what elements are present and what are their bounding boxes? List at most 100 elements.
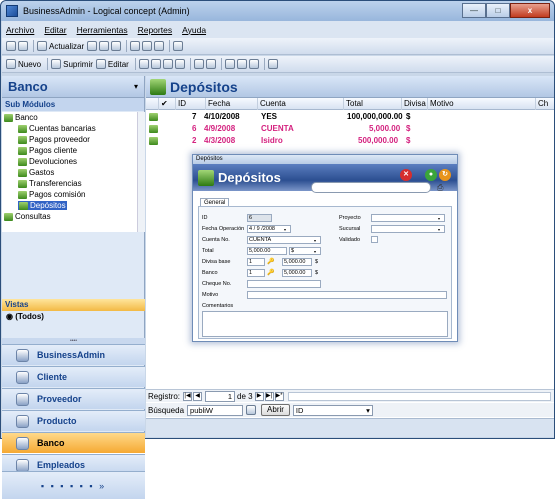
chart-icon[interactable] [205, 59, 216, 69]
refresh-icon[interactable]: ↻ [439, 169, 451, 181]
check-icon[interactable] [248, 59, 259, 69]
chevron-down-icon: ▾ [438, 216, 441, 221]
views-header: Vistas [2, 299, 145, 311]
horizontal-scrollbar[interactable] [287, 391, 551, 401]
last-record-button[interactable]: ▶| [264, 391, 274, 401]
sort-desc-icon[interactable] [150, 59, 161, 69]
comentarios-field[interactable] [202, 311, 448, 337]
proyecto-select[interactable]: ▾ [371, 214, 445, 222]
delete-button[interactable]: Suprimir [51, 59, 93, 69]
validado-checkbox[interactable] [371, 236, 378, 243]
sort-az-icon[interactable] [162, 59, 173, 69]
table-row[interactable]: 2 4/3/2008 Isidro 500,000.00 $ [146, 136, 554, 146]
nav-banco[interactable]: Banco [2, 432, 145, 453]
lookup-icon[interactable]: 🔑 [267, 269, 274, 276]
cell-id: 6 [192, 124, 197, 133]
tree-item-pagos-cliente[interactable]: Pagos cliente [18, 146, 77, 155]
tree-item-consultas[interactable]: Consultas [4, 212, 51, 221]
tree-item-pagos-comision[interactable]: Pagos comisión [18, 190, 85, 199]
table-row[interactable]: 7 4/10/2008 YES 100,000,000.00 $ [146, 112, 554, 122]
lookup-icon[interactable]: 🔑 [267, 258, 274, 265]
nav-businessadmin[interactable]: BusinessAdmin [2, 344, 145, 365]
tools-icon[interactable] [87, 41, 98, 51]
dialog-titlebar[interactable]: Depósitos [193, 155, 457, 164]
col-fecha[interactable]: Fecha [205, 98, 257, 110]
search-input[interactable]: publiW [187, 404, 244, 416]
dialog-search-input[interactable] [311, 182, 431, 193]
divisa-field[interactable]: 1 [247, 258, 265, 266]
record-number-input[interactable]: 1 [205, 390, 236, 402]
table-row[interactable]: 6 4/9/2008 CUENTA 5,000.00 $ [146, 124, 554, 134]
search-tool-icon[interactable] [246, 405, 257, 415]
maximize-button[interactable]: □ [486, 3, 510, 18]
next-record-button[interactable]: ▶ [254, 391, 264, 401]
minimize-button[interactable]: — [462, 3, 486, 18]
cuenta-field[interactable]: CUENTA ▾ [247, 236, 321, 244]
print-icon[interactable] [18, 41, 28, 51]
col-cuenta[interactable]: Cuenta [257, 98, 343, 110]
cheque-field[interactable] [247, 280, 321, 288]
chevron-down-icon[interactable]: ▾ [134, 82, 138, 91]
nav-producto[interactable]: Producto [2, 410, 145, 431]
tree-item-gastos[interactable]: Gastos [18, 168, 54, 177]
lock-icon[interactable] [154, 41, 165, 51]
menu-herramientas[interactable]: Herramientas [77, 25, 128, 35]
label-cheque: Cheque No. [202, 281, 232, 287]
filter-icon[interactable] [224, 59, 235, 69]
first-record-button[interactable]: |◀ [183, 391, 193, 401]
menu-archivo[interactable]: Archivo [6, 25, 34, 35]
total-currency-select[interactable]: $ ▾ [289, 247, 321, 255]
sucursal-select[interactable]: ▾ [371, 225, 445, 233]
search-field-select[interactable]: ID ▾ [292, 404, 373, 416]
deposit-icon [150, 78, 166, 95]
banco-field[interactable]: 1 [247, 269, 265, 277]
settings-icon[interactable] [142, 41, 153, 51]
print-preview-icon[interactable] [6, 41, 16, 51]
refresh-button[interactable]: Actualizar [37, 41, 84, 51]
nav-cliente[interactable]: Cliente [2, 366, 145, 387]
title-bar[interactable]: BusinessAdmin - Logical concept (Admin) … [1, 1, 554, 21]
prev-record-button[interactable]: ◀ [193, 391, 203, 401]
menu-editar[interactable]: Editar [44, 25, 66, 35]
edit-button[interactable]: Editar [95, 59, 129, 69]
funnel-icon[interactable] [236, 59, 247, 69]
tree-item-transferencias[interactable]: Transferencias [18, 179, 82, 188]
col-total[interactable]: Total [343, 98, 401, 110]
col-ch[interactable]: Ch [535, 98, 554, 110]
col-icon[interactable] [146, 98, 158, 110]
tree-item-depositos[interactable]: Depósitos [18, 201, 67, 210]
col-id[interactable]: ID [175, 98, 205, 110]
tree-item-pagos-proveedor[interactable]: Pagos proveedor [18, 135, 90, 144]
print-icon[interactable]: ⎙ [437, 183, 443, 193]
save-icon[interactable]: ● [425, 169, 437, 181]
nav-overflow-bar[interactable]: ▪ ▪ ▪ ▪ ▪ ▪ » [2, 471, 145, 499]
tree-scrollbar[interactable] [137, 112, 145, 232]
new-button[interactable]: Nuevo [6, 59, 41, 69]
nav-proveedor[interactable]: Proveedor [2, 388, 145, 409]
info-icon[interactable] [173, 41, 184, 51]
col-motivo[interactable]: Motivo [427, 98, 535, 110]
col-divisa[interactable]: Divisa [401, 98, 427, 110]
calculator-icon[interactable] [99, 41, 110, 51]
excel-icon[interactable] [267, 59, 278, 69]
group-icon[interactable] [174, 59, 185, 69]
menu-reportes[interactable]: Reportes [138, 25, 173, 35]
label-fecha: Fecha Operación [202, 226, 245, 232]
fecha-field[interactable]: 4 / 9 /2008 ▾ [247, 225, 291, 233]
total-field[interactable]: 5,000.00 [247, 247, 287, 255]
close-button[interactable]: x [510, 3, 550, 18]
motivo-field[interactable] [247, 291, 447, 299]
cancel-icon[interactable]: ✕ [400, 169, 412, 181]
menu-ayuda[interactable]: Ayuda [182, 25, 206, 35]
currency-icon[interactable] [111, 41, 122, 51]
notes-icon[interactable] [130, 41, 141, 51]
col-check[interactable]: ✔ [158, 98, 175, 110]
open-button[interactable]: Abrir [261, 404, 290, 416]
new-record-button[interactable]: ▶* [274, 391, 284, 401]
tree-item-banco[interactable]: Banco [4, 113, 38, 122]
view-todos-radio[interactable]: ◉ (Todos) [6, 312, 44, 321]
sort-asc-icon[interactable] [138, 59, 149, 69]
tree-item-devoluciones[interactable]: Devoluciones [18, 157, 77, 166]
tree-item-cuentas[interactable]: Cuentas bancarias [18, 124, 96, 133]
view-icon[interactable] [193, 59, 204, 69]
